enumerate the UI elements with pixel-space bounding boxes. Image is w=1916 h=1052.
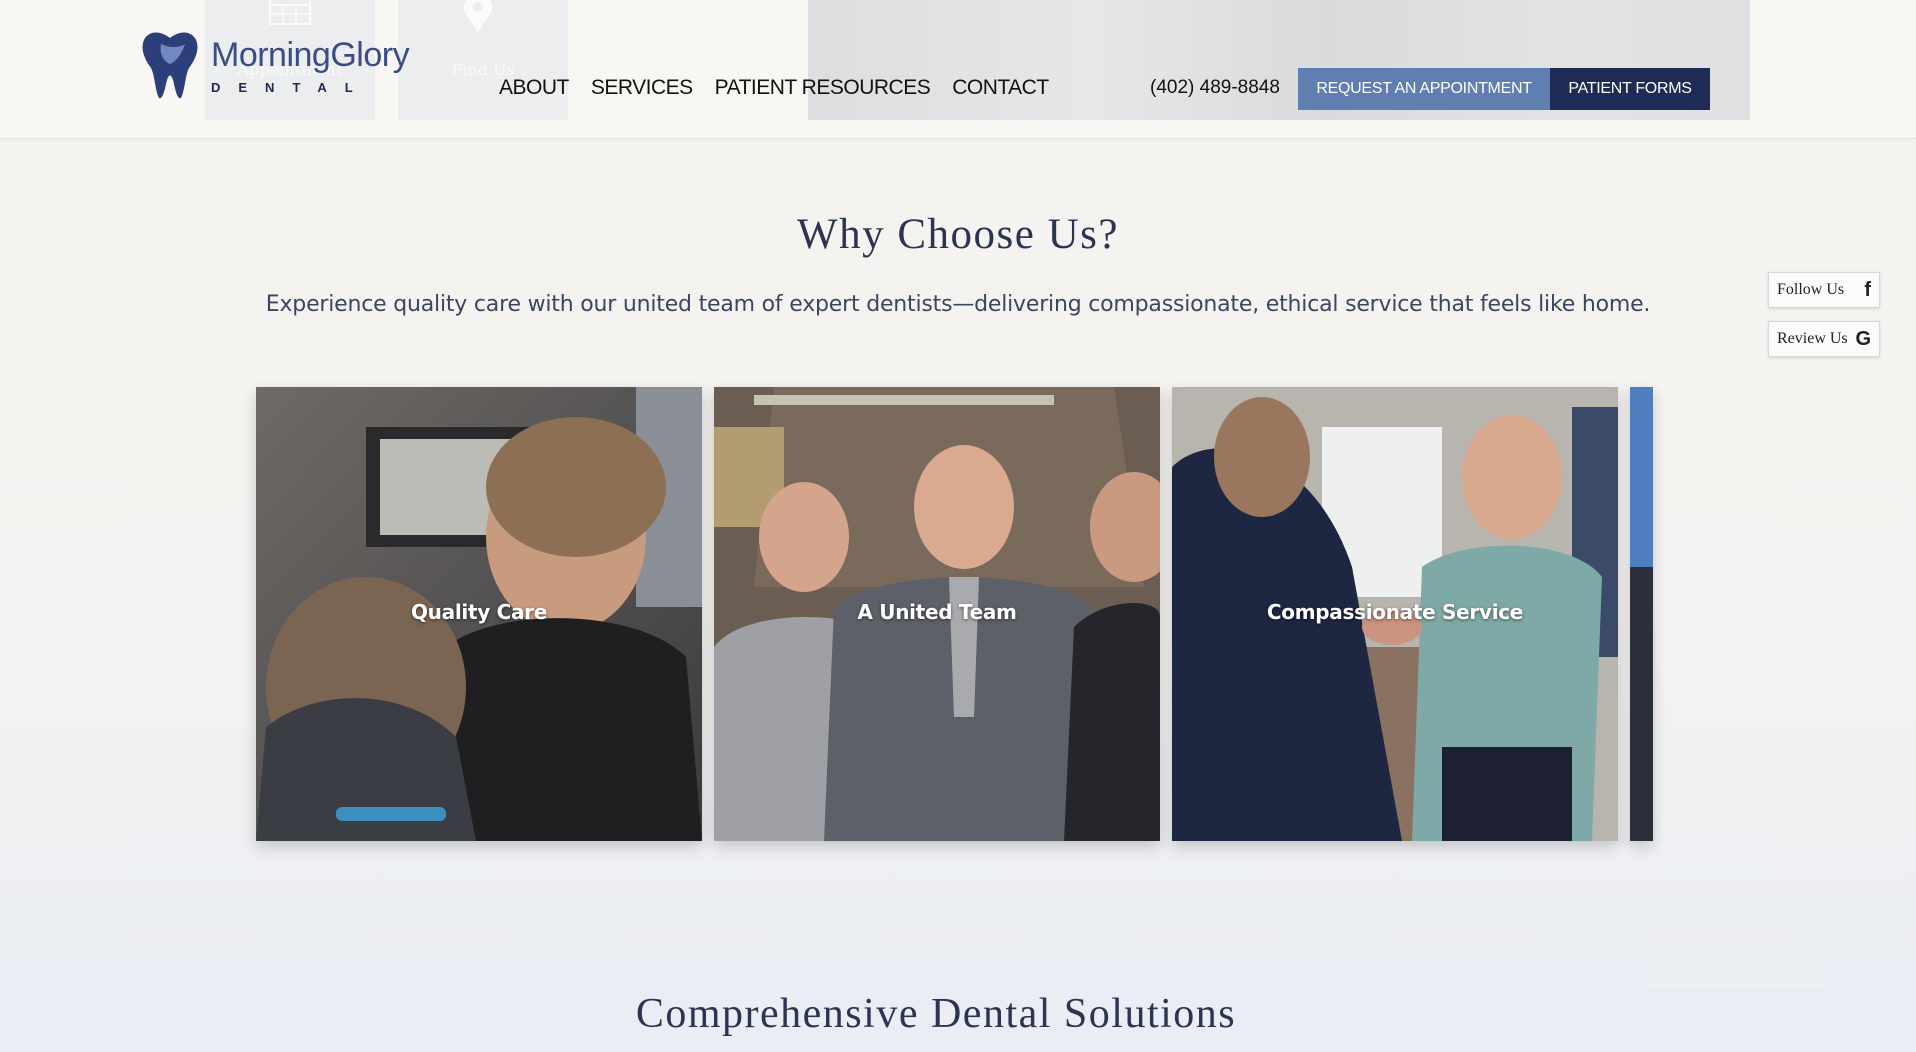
nav-contact[interactable]: CONTACT <box>952 76 1049 100</box>
next-card-photo <box>1630 387 1653 841</box>
dental-solutions-title: Comprehensive Dental Solutions <box>635 991 1237 1037</box>
card-caption: Compassionate Service <box>1266 600 1524 624</box>
review-us-label: Review Us <box>1777 330 1848 347</box>
logo-brand-sub: DENTAL <box>211 80 371 95</box>
logo-brand-name: MorningGlory <box>211 36 410 74</box>
calendar-icon <box>269 0 311 25</box>
card-caption: A United Team <box>857 600 1017 624</box>
follow-us-label: Follow Us <box>1777 281 1845 298</box>
card-next-partial[interactable] <box>1630 387 1653 841</box>
site-logo[interactable]: MorningGlory DENTAL <box>139 30 449 102</box>
card-united-team[interactable]: A United Team <box>714 387 1160 841</box>
why-choose-us-title: Why Choose Us? <box>797 211 1119 258</box>
review-us-button[interactable]: Review Us G <box>1768 321 1880 357</box>
ghost-overlay <box>1648 950 1828 988</box>
nav-patient-resources[interactable]: PATIENT RESOURCES <box>715 76 931 100</box>
card-compassionate-service[interactable]: Compassionate Service <box>1172 387 1618 841</box>
facebook-icon: f <box>1864 278 1871 301</box>
google-icon: G <box>1855 327 1871 350</box>
card-quality-care[interactable]: Quality Care <box>256 387 702 841</box>
phone-number-link[interactable]: (402) 489-8848 <box>1150 77 1280 99</box>
nav-services[interactable]: SERVICES <box>591 76 693 100</box>
card-caption: Quality Care <box>410 600 547 624</box>
nav-about[interactable]: ABOUT <box>499 76 569 100</box>
main-nav: ABOUT SERVICES PATIENT RESOURCES CONTACT <box>499 76 1049 100</box>
site-header: Appointment Find Us MorningGlory DENTAL … <box>0 0 1916 139</box>
patient-forms-button[interactable]: PATIENT FORMS <box>1550 68 1710 110</box>
map-pin-icon <box>464 0 492 32</box>
why-choose-us-subtitle: Experience quality care with our united … <box>265 292 1651 317</box>
request-appointment-button[interactable]: REQUEST AN APPOINTMENT <box>1298 68 1550 110</box>
tooth-logo-icon <box>142 32 198 99</box>
follow-us-button[interactable]: Follow Us f <box>1768 272 1880 308</box>
